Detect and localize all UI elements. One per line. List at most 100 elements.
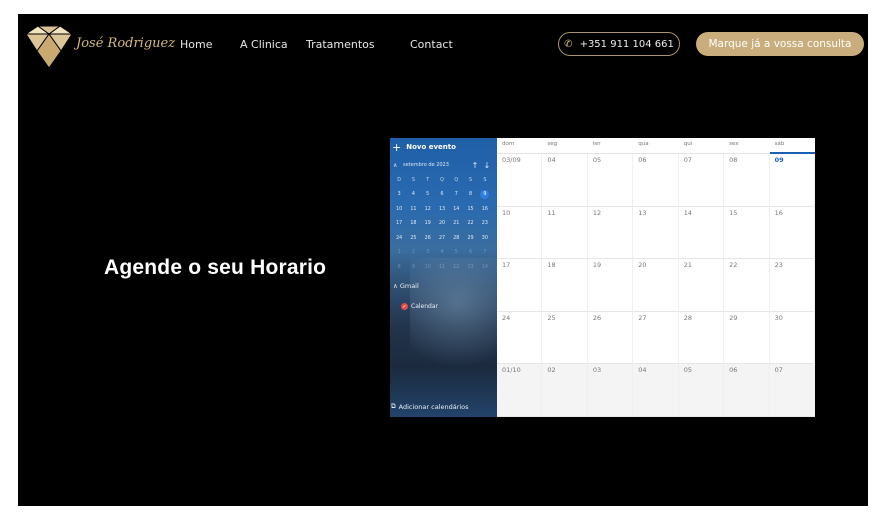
- mini-day[interactable]: 12: [421, 202, 435, 217]
- mini-day[interactable]: 23: [478, 217, 492, 232]
- mini-day[interactable]: 10: [421, 260, 435, 275]
- day-cell[interactable]: 03/09: [497, 154, 543, 207]
- mini-day[interactable]: 14: [478, 260, 492, 275]
- mini-day[interactable]: 8: [392, 260, 406, 275]
- mini-day[interactable]: 13: [463, 260, 477, 275]
- day-cell[interactable]: 06: [633, 154, 679, 207]
- mini-day[interactable]: 18: [406, 217, 420, 232]
- brand-name[interactable]: José Rodriguez: [76, 36, 175, 51]
- nav-tratamentos[interactable]: Tratamentos: [306, 38, 375, 51]
- day-cell[interactable]: 04: [542, 154, 588, 207]
- phone-button[interactable]: ✆ +351 911 104 661: [558, 32, 680, 56]
- day-cell[interactable]: 24: [497, 311, 543, 365]
- day-cell[interactable]: 22: [724, 259, 770, 312]
- mini-day[interactable]: 6: [463, 246, 477, 261]
- new-event-button[interactable]: + Novo evento: [392, 140, 456, 154]
- mini-day[interactable]: 25: [406, 231, 420, 246]
- mini-day[interactable]: 28: [449, 231, 463, 246]
- mini-day[interactable]: 5: [421, 188, 435, 203]
- day-cell[interactable]: 03: [587, 364, 634, 417]
- mini-day[interactable]: 17: [392, 217, 406, 232]
- day-cell[interactable]: 20: [633, 259, 679, 312]
- mini-day[interactable]: 8: [463, 188, 477, 203]
- day-cell[interactable]: 18: [542, 259, 588, 312]
- mini-day[interactable]: 3: [392, 188, 406, 203]
- nav-a-clinica[interactable]: A Clinica: [240, 38, 288, 51]
- day-cell[interactable]: 10: [497, 206, 543, 260]
- day-cell[interactable]: 29: [724, 311, 770, 365]
- mini-day[interactable]: 7: [449, 188, 463, 203]
- mini-day[interactable]: 24: [392, 231, 406, 246]
- weekday-label: seg: [547, 141, 558, 147]
- day-cell[interactable]: 19: [587, 259, 634, 312]
- day-cell[interactable]: 14: [678, 206, 725, 260]
- day-cell[interactable]: 07: [769, 364, 815, 417]
- day-cell[interactable]: 09: [769, 154, 815, 207]
- book-appointment-button[interactable]: Marque já a vossa consulta: [696, 32, 864, 56]
- day-cell[interactable]: 16: [769, 206, 815, 260]
- day-cell[interactable]: 11: [542, 206, 588, 260]
- mini-calendar-month[interactable]: setembro de 2023: [403, 162, 469, 168]
- mini-day[interactable]: 10: [392, 202, 406, 217]
- mini-day[interactable]: 9: [406, 260, 420, 275]
- day-cell[interactable]: 12: [587, 206, 634, 260]
- day-cell[interactable]: 07: [678, 154, 725, 207]
- mini-day[interactable]: 21: [449, 217, 463, 232]
- next-month-arrow-icon[interactable]: ↓: [481, 161, 493, 170]
- day-cell[interactable]: 15: [724, 206, 770, 260]
- mini-day[interactable]: 11: [435, 260, 449, 275]
- mini-day[interactable]: 11: [406, 202, 420, 217]
- day-cell[interactable]: 06: [724, 364, 770, 417]
- day-cell[interactable]: 23: [769, 259, 815, 312]
- day-cell[interactable]: 05: [587, 154, 634, 207]
- weekday-label: dom: [502, 141, 515, 147]
- day-cell[interactable]: 27: [633, 311, 679, 365]
- day-cell[interactable]: 30: [769, 311, 815, 365]
- day-cell[interactable]: 02: [542, 364, 588, 417]
- day-cell[interactable]: 01/10: [497, 364, 543, 417]
- gmail-group[interactable]: ∧ Gmail: [393, 282, 419, 290]
- calendar-toggle[interactable]: ✓ Calendar: [401, 303, 438, 310]
- mini-day[interactable]: 1: [392, 246, 406, 261]
- mini-day[interactable]: 14: [449, 202, 463, 217]
- mini-day[interactable]: 15: [463, 202, 477, 217]
- collapse-chevron-icon[interactable]: ∧: [393, 162, 403, 169]
- day-cell[interactable]: 05: [678, 364, 725, 417]
- mini-day[interactable]: 4: [406, 188, 420, 203]
- mini-day[interactable]: 7: [478, 246, 492, 261]
- mini-weekday-label: Q: [454, 177, 459, 183]
- day-cell[interactable]: 04: [633, 364, 679, 417]
- tooth-logo-icon[interactable]: [24, 24, 74, 70]
- day-cell[interactable]: 25: [542, 311, 588, 365]
- mini-day[interactable]: 30: [478, 231, 492, 246]
- mini-day[interactable]: 26: [421, 231, 435, 246]
- mini-day[interactable]: 6: [435, 188, 449, 203]
- calendar-embed[interactable]: + Novo evento ∧ setembro de 2023 ↑ ↓ D S T…: [390, 138, 815, 417]
- day-cell[interactable]: 13: [633, 206, 679, 260]
- mini-day[interactable]: 16: [478, 202, 492, 217]
- mini-day[interactable]: 3: [421, 246, 435, 261]
- day-cell[interactable]: 26: [587, 311, 634, 365]
- mini-day[interactable]: 20: [435, 217, 449, 232]
- add-calendars-button[interactable]: ⧉ Adicionar calendários: [391, 402, 469, 411]
- checkbox-checked-icon[interactable]: ✓: [401, 303, 408, 310]
- mini-day[interactable]: 5: [449, 246, 463, 261]
- mini-day[interactable]: 13: [435, 202, 449, 217]
- mini-day[interactable]: 9: [480, 190, 490, 200]
- nav-contact[interactable]: Contact: [410, 38, 453, 51]
- mini-day[interactable]: 29: [463, 231, 477, 246]
- mini-day[interactable]: 12: [449, 260, 463, 275]
- mini-day[interactable]: 4: [435, 246, 449, 261]
- weekday-header: dom seg ter qua qui sex sáb: [497, 138, 815, 154]
- mini-day[interactable]: 27: [435, 231, 449, 246]
- mini-day[interactable]: 19: [421, 217, 435, 232]
- day-cell[interactable]: 21: [678, 259, 725, 312]
- nav-home[interactable]: Home: [180, 38, 212, 51]
- day-cell[interactable]: 08: [724, 154, 770, 207]
- mini-day[interactable]: 22: [463, 217, 477, 232]
- day-cell[interactable]: 28: [678, 311, 725, 365]
- day-cell[interactable]: 17: [497, 259, 543, 312]
- new-event-label: Novo evento: [406, 143, 456, 151]
- mini-day[interactable]: 2: [406, 246, 420, 261]
- previous-month-arrow-icon[interactable]: ↑: [469, 161, 481, 170]
